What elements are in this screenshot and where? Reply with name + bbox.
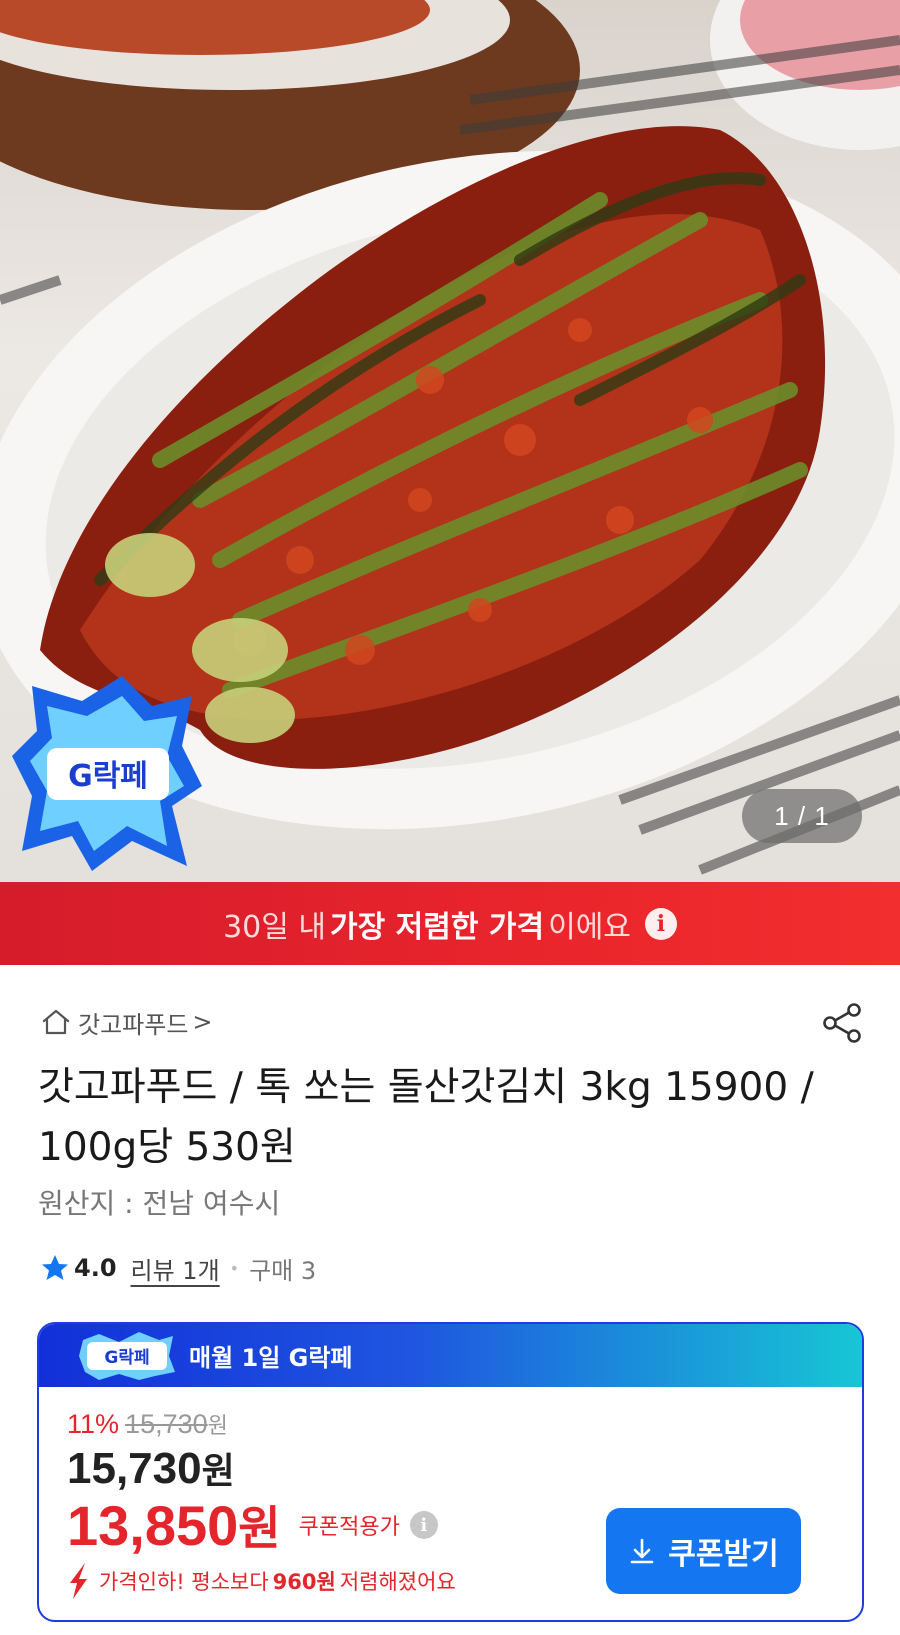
- home-icon: [42, 1009, 70, 1035]
- sale-price-unit: 원: [201, 1451, 235, 1492]
- lowest-price-banner: 30일 내 가장 저렴한 가격 이에요 i: [0, 882, 900, 965]
- rating-score: 4.0: [74, 1254, 117, 1282]
- price-drop-pre: 가격인하! 평소보다: [99, 1570, 269, 1594]
- star-icon: [42, 1255, 68, 1280]
- review-count-link[interactable]: 리뷰 1개: [131, 1251, 220, 1286]
- product-title: 갓고파푸드 / 톡 쏘는 돌산갓김치 3kg 15900 / 100g당 530…: [38, 1065, 814, 1170]
- image-counter: 1 / 1: [742, 789, 862, 843]
- price-drop-amount: 960원: [272, 1570, 336, 1594]
- product-image-gallery[interactable]: G락페 1 / 1: [0, 0, 900, 882]
- sale-price-row: 15,730 원: [67, 1442, 235, 1494]
- discount-percent: 11%: [67, 1409, 120, 1439]
- get-coupon-button[interactable]: 쿠폰받기: [606, 1508, 801, 1594]
- g-fest-logo: G락페: [79, 1331, 175, 1380]
- svg-text:G락페: G락페: [104, 1348, 149, 1368]
- price-drop-notice: 가격인하! 평소보다 960원 저렴해졌어요: [67, 1561, 456, 1601]
- promo-card-header: G락페 매월 1일 G락페: [39, 1324, 862, 1387]
- chevron-right-icon: >: [192, 1008, 213, 1036]
- shop-link[interactable]: 갓고파푸드 >: [40, 1002, 870, 1042]
- banner-text-pre: 30일 내: [223, 909, 326, 945]
- arrow-down-icon: [70, 1563, 87, 1599]
- coupon-price: 13,850: [67, 1493, 239, 1557]
- coupon-button-label: 쿠폰받기: [668, 1538, 779, 1571]
- original-price: 15,730: [125, 1409, 208, 1439]
- g-fest-badge: G락페: [12, 676, 202, 871]
- purchase-count: 구매 3: [249, 1256, 317, 1285]
- original-price-unit: 원: [207, 1414, 228, 1439]
- promo-header-text: 매월 1일 G락페: [189, 1344, 353, 1372]
- rating-row: 4.0 리뷰 1개 • 구매 3: [40, 1248, 316, 1288]
- price-drop-post: 저렴해졌어요: [339, 1570, 456, 1594]
- coupon-price-unit: 원: [238, 1501, 281, 1555]
- banner-text-post: 이에요: [548, 909, 631, 945]
- svg-text:G락페: G락페: [68, 759, 148, 794]
- coupon-price-label: 쿠폰적용가: [298, 1515, 400, 1540]
- promo-price-card: G락페 매월 1일 G락페 11% 15,730 원 15,730 원 13,8…: [37, 1322, 864, 1622]
- separator-dot: •: [229, 1258, 240, 1278]
- shop-name: 갓고파푸드: [78, 1010, 189, 1039]
- banner-text-strong: 가장 저렴한 가격: [330, 909, 545, 945]
- coupon-price-row: 13,850 원 쿠폰적용가 i: [67, 1492, 438, 1558]
- download-icon: [630, 1538, 654, 1564]
- info-icon[interactable]: i: [644, 907, 677, 940]
- sale-price: 15,730: [67, 1444, 202, 1493]
- discount-row: 11% 15,730 원: [67, 1408, 228, 1440]
- info-icon[interactable]: i: [409, 1511, 438, 1539]
- product-origin: 원산지 : 전남 여수시: [38, 1187, 281, 1220]
- share-icon[interactable]: [820, 1000, 866, 1046]
